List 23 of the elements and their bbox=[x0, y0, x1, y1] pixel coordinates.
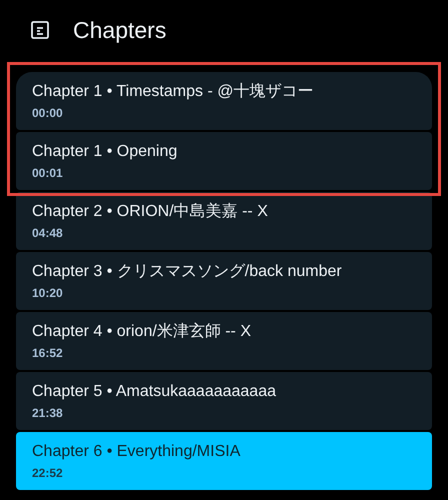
chapter-time: 04:48 bbox=[32, 224, 64, 240]
chapter-title: Chapter 2 • ORION/中島美嘉 -- X bbox=[32, 202, 269, 222]
chapter-title: Chapter 1 • Timestamps - @十塊ザコー bbox=[32, 82, 314, 102]
chapter-item[interactable]: Chapter 6 • Everything/MISIA 22:52 bbox=[16, 432, 432, 490]
chapters-icon bbox=[31, 21, 49, 39]
chapter-title: Chapter 4 • orion/米津玄師 -- X bbox=[32, 322, 252, 342]
chapter-item[interactable]: Chapter 1 • Opening 00:01 bbox=[16, 132, 432, 190]
page-title: Chapters bbox=[73, 16, 166, 45]
chapter-title: Chapter 1 • Opening bbox=[32, 142, 178, 162]
chapter-item[interactable]: Chapter 4 • orion/米津玄師 -- X 16:52 bbox=[16, 312, 432, 370]
chapter-item[interactable]: Chapter 1 • Timestamps - @十塊ザコー 00:00 bbox=[16, 72, 432, 130]
chapter-time: 22:52 bbox=[32, 464, 64, 480]
chapter-title: Chapter 5 • Amatsukaaaaaaaaaaa bbox=[32, 382, 277, 402]
chapter-time: 16:52 bbox=[32, 344, 64, 360]
chapter-item[interactable]: Chapter 5 • Amatsukaaaaaaaaaaa 21:38 bbox=[16, 372, 432, 430]
chapter-time: 00:01 bbox=[32, 164, 64, 180]
chapter-title: Chapter 6 • Everything/MISIA bbox=[32, 442, 242, 462]
chapter-time: 00:00 bbox=[32, 104, 64, 120]
chapter-item[interactable]: Chapter 3 • クリスマスソング/back number 10:20 bbox=[16, 252, 432, 310]
chapter-time: 21:38 bbox=[32, 404, 64, 420]
chapter-time: 10:20 bbox=[32, 284, 64, 300]
chapter-item[interactable]: Chapter 2 • ORION/中島美嘉 -- X 04:48 bbox=[16, 192, 432, 250]
chapter-title: Chapter 3 • クリスマスソング/back number bbox=[32, 262, 343, 282]
